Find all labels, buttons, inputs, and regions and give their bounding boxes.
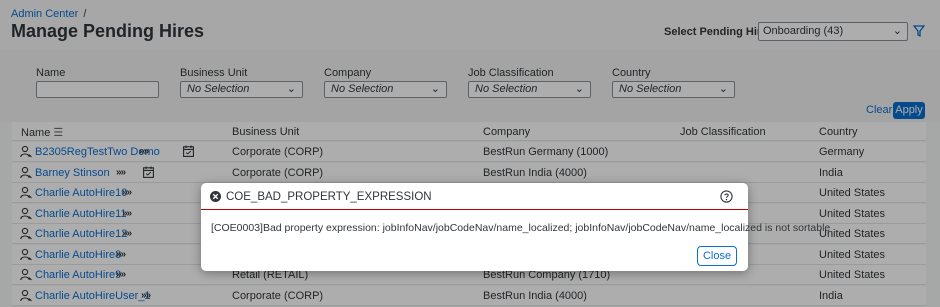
dialog-title: COE_BAD_PROPERTY_EXPRESSION [226,191,432,203]
dialog-message: [COE0003]Bad property expression: jobInf… [211,222,831,234]
error-icon [210,191,221,202]
page-shell: Admin Center / Manage Pending Hires Sele… [0,0,940,307]
close-button[interactable]: Close [697,246,737,266]
help-icon[interactable] [720,190,733,203]
dialog-header: COE_BAD_PROPERTY_EXPRESSION [201,183,748,210]
error-dialog: COE_BAD_PROPERTY_EXPRESSION [COE0003]Bad… [201,183,830,271]
